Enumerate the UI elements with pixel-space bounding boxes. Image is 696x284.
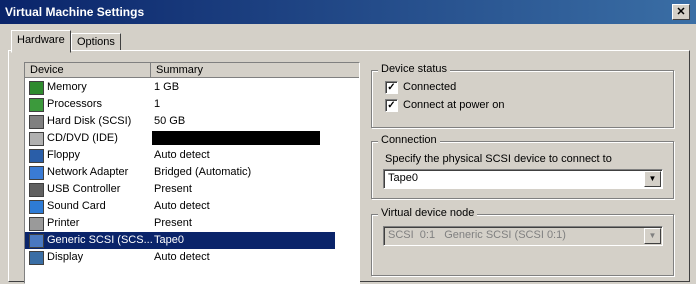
connected-checkbox[interactable]: ✓ — [385, 81, 398, 94]
printer-icon — [29, 217, 44, 231]
virtual-device-node-dropdown: SCSI 0:1 Generic SCSI (SCSI 0:1) ▼ — [383, 226, 663, 246]
chevron-down-icon[interactable]: ▼ — [644, 171, 661, 187]
list-item[interactable]: USB Controller Present — [25, 181, 335, 198]
device-name: Floppy — [47, 149, 81, 161]
connect-at-power-on-label[interactable]: Connect at power on — [403, 99, 505, 111]
list-item[interactable]: Generic SCSI (SCS... Tape0 — [25, 232, 335, 249]
device-name: CD/DVD (IDE) — [47, 132, 118, 144]
list-item[interactable]: Network Adapter Bridged (Automatic) — [25, 164, 335, 181]
device-list[interactable]: Device Summary Memory 1 GB Processors 1 Hard… — [24, 62, 360, 284]
redacted-summary — [152, 131, 320, 145]
list-item[interactable]: Hard Disk (SCSI) 50 GB — [25, 113, 335, 130]
device-name: USB Controller — [47, 183, 121, 195]
list-item[interactable]: Memory 1 GB — [25, 79, 335, 96]
tab-hardware[interactable]: Hardware — [11, 30, 71, 53]
sound-card-icon — [29, 200, 44, 214]
device-status-legend: Device status — [378, 63, 451, 75]
virtual-device-node-value: SCSI 0:1 Generic SCSI (SCSI 0:1) — [388, 229, 566, 241]
usb-icon — [29, 183, 44, 197]
device-summary: Auto detect — [154, 251, 210, 263]
processor-icon — [29, 98, 44, 112]
memory-icon — [29, 81, 44, 95]
list-item[interactable]: Sound Card Auto detect — [25, 198, 335, 215]
device-name: Sound Card — [47, 200, 106, 212]
device-summary: 50 GB — [154, 115, 186, 127]
summary-column-header[interactable]: Summary — [151, 63, 359, 78]
generic-scsi-icon — [29, 234, 44, 248]
device-summary: Bridged (Automatic) — [154, 166, 252, 178]
device-summary: Auto detect — [154, 200, 210, 212]
device-column-header[interactable]: Device — [25, 63, 151, 78]
title-bar: Virtual Machine Settings ✕ — [0, 0, 696, 24]
device-summary: Present — [154, 217, 192, 229]
hard-disk-icon — [29, 115, 44, 129]
close-icon[interactable]: ✕ — [672, 4, 690, 20]
connect-at-power-on-checkbox[interactable]: ✓ — [385, 99, 398, 112]
list-item[interactable]: Processors 1 — [25, 96, 335, 113]
connection-legend: Connection — [378, 134, 440, 146]
device-name: Memory — [47, 81, 87, 93]
device-summary: 1 — [154, 98, 161, 110]
tab-options[interactable]: Options — [71, 33, 121, 51]
connection-instruction: Specify the physical SCSI device to conn… — [385, 153, 612, 165]
network-adapter-icon — [29, 166, 44, 180]
display-icon — [29, 251, 44, 265]
list-item[interactable]: Printer Present — [25, 215, 335, 232]
chevron-down-icon: ▼ — [644, 228, 661, 244]
device-summary: Present — [154, 183, 192, 195]
device-name: Display — [47, 251, 84, 263]
device-name: Printer — [47, 217, 80, 229]
device-name: Generic SCSI (SCS... — [47, 234, 153, 246]
device-name: Network Adapter — [47, 166, 129, 178]
virtual-device-node-legend: Virtual device node — [378, 207, 478, 219]
cd-dvd-icon — [29, 132, 44, 146]
connected-label[interactable]: Connected — [403, 81, 456, 93]
list-item[interactable]: Floppy Auto detect — [25, 147, 335, 164]
device-name: Processors — [47, 98, 103, 110]
device-summary: Tape0 — [154, 234, 184, 246]
scsi-device-value: Tape0 — [388, 172, 418, 184]
list-item[interactable]: Display Auto detect — [25, 249, 335, 266]
window-title: Virtual Machine Settings — [5, 5, 145, 19]
floppy-icon — [29, 149, 44, 163]
device-name: Hard Disk (SCSI) — [47, 115, 132, 127]
device-summary: Auto detect — [154, 149, 210, 161]
device-summary: 1 GB — [154, 81, 180, 93]
scsi-device-dropdown[interactable]: Tape0 ▼ — [383, 169, 663, 189]
device-list-header: Device Summary — [25, 63, 359, 78]
